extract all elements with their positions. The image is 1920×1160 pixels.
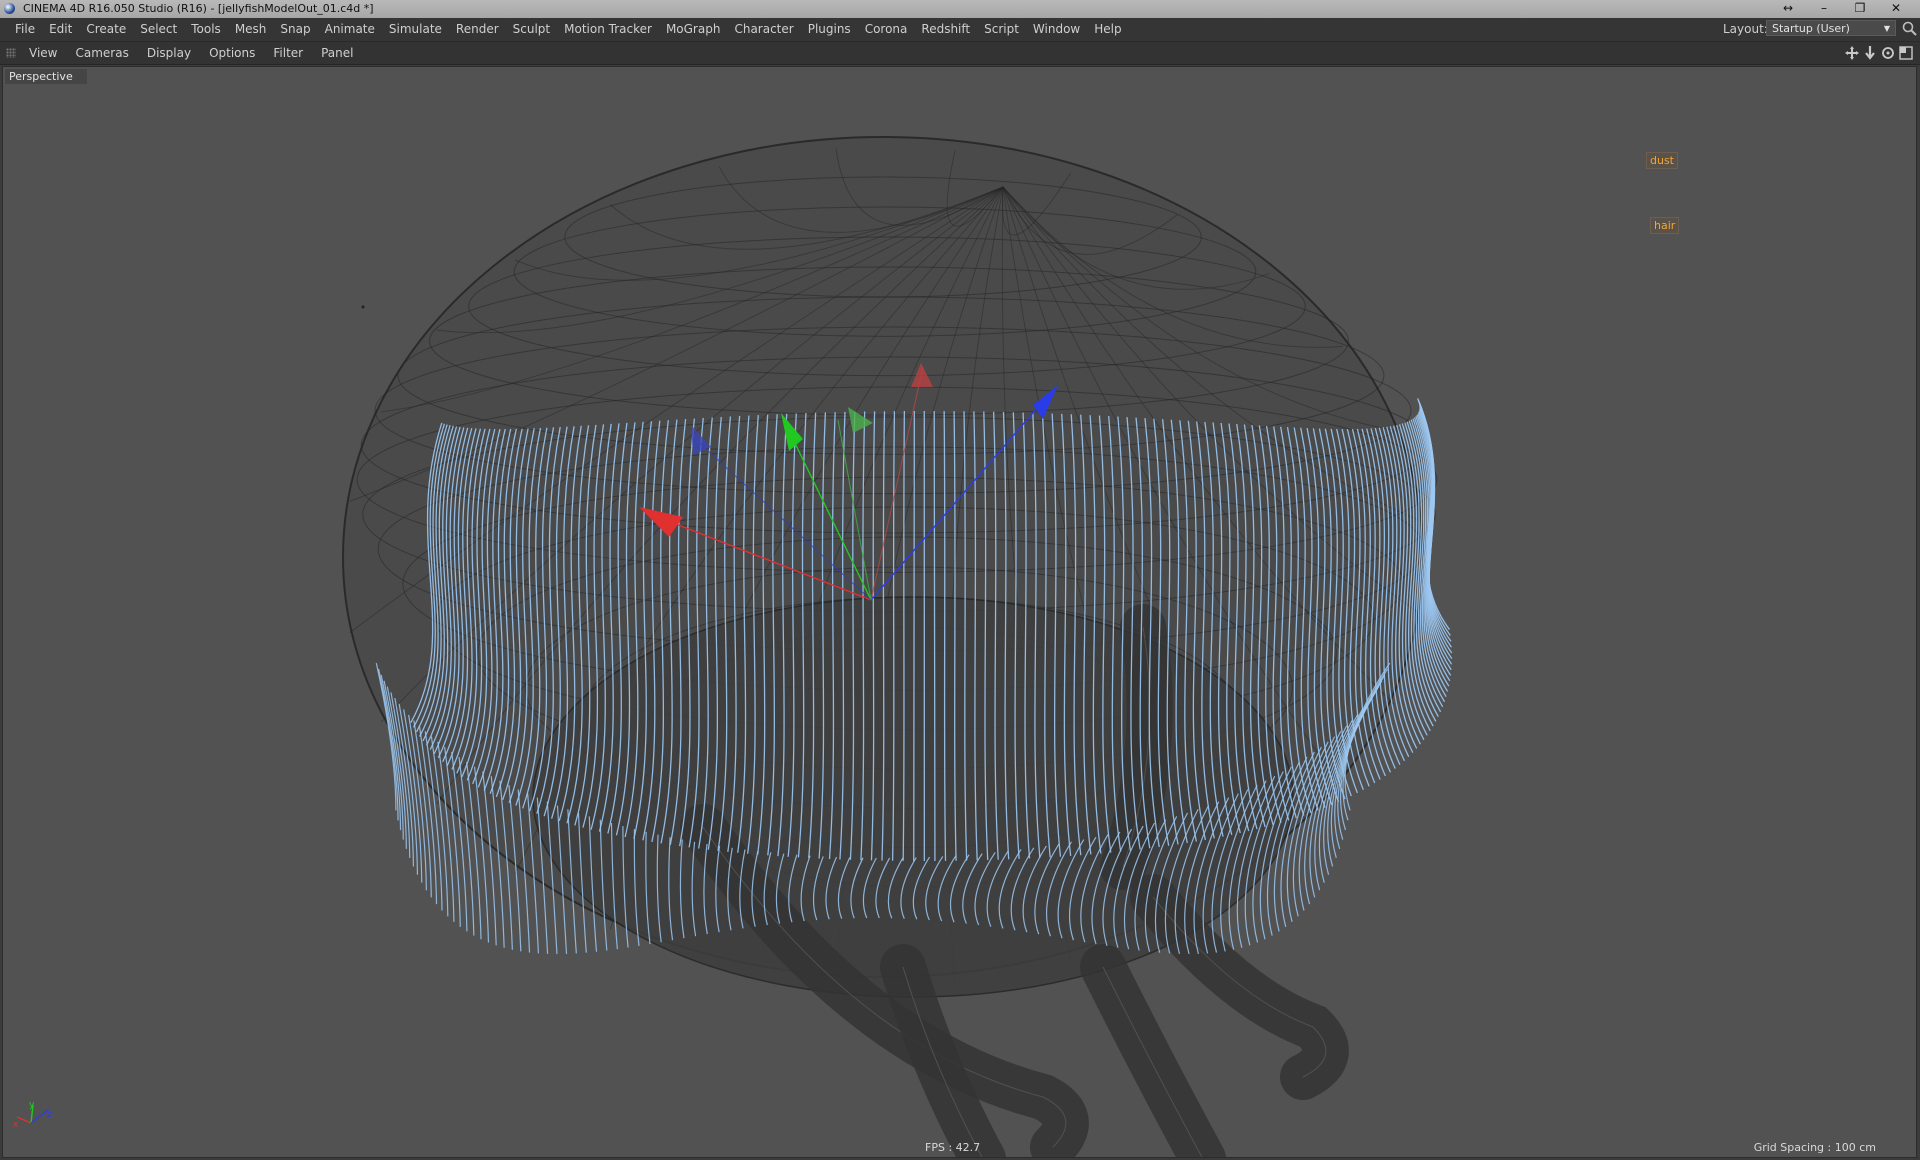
window-title: CINEMA 4D R16.050 Studio (R16) - [jellyf…: [23, 2, 374, 15]
maximize-view-icon[interactable]: [1898, 45, 1914, 61]
axis-y-label: y: [29, 1100, 35, 1110]
oral-arm: [1100, 604, 1173, 890]
hair-strand: [933, 411, 936, 861]
fps-readout: FPS : 42.7: [925, 1141, 981, 1154]
stray-point: [361, 305, 365, 309]
layout-label: Layout:: [1723, 22, 1768, 36]
layout-dropdown[interactable]: Startup (User) ▼: [1766, 20, 1896, 36]
viewport-menu-cameras[interactable]: Cameras: [66, 46, 137, 60]
zoom-view-icon[interactable]: [1862, 45, 1878, 61]
title-bar: CINEMA 4D R16.050 Studio (R16) - [jellyf…: [0, 0, 1920, 18]
menu-sculpt[interactable]: Sculpt: [506, 22, 557, 36]
viewport-menu-bar: View Cameras Display Options Filter Pane…: [0, 42, 1920, 65]
camera-label[interactable]: Perspective: [5, 69, 87, 84]
menu-tools[interactable]: Tools: [184, 22, 228, 36]
grid-spacing-readout: Grid Spacing : 100 cm: [1753, 1141, 1876, 1154]
viewport-nav-icons: [1844, 45, 1914, 61]
cinema4d-app-icon[interactable]: [4, 3, 15, 14]
menu-select[interactable]: Select: [133, 22, 184, 36]
viewport-menu-panel[interactable]: Panel: [312, 46, 362, 60]
window-controls: ↔ – ❐ ✕: [1770, 0, 1914, 18]
menu-character[interactable]: Character: [727, 22, 800, 36]
perspective-viewport[interactable]: Perspective dust hair x y z FPS : 42.7 G…: [2, 66, 1917, 1158]
close-button[interactable]: ✕: [1878, 0, 1914, 18]
main-menu-bar: File Edit Create Select Tools Mesh Snap …: [0, 18, 1920, 42]
menu-mesh[interactable]: Mesh: [228, 22, 274, 36]
menu-simulate[interactable]: Simulate: [382, 22, 449, 36]
menu-animate[interactable]: Animate: [318, 22, 382, 36]
menu-snap[interactable]: Snap: [273, 22, 317, 36]
restore-button[interactable]: ❐: [1842, 0, 1878, 18]
menu-window[interactable]: Window: [1026, 22, 1087, 36]
jellyfish-wireframe-scene[interactable]: [3, 67, 1917, 1158]
hair-strand: [913, 411, 915, 861]
menu-motion-tracker[interactable]: Motion Tracker: [557, 22, 659, 36]
search-icon[interactable]: [1902, 21, 1918, 37]
menu-file[interactable]: File: [8, 22, 42, 36]
menu-create[interactable]: Create: [79, 22, 133, 36]
object-tag-dust[interactable]: dust: [1646, 152, 1678, 169]
rotate-view-icon[interactable]: [1880, 45, 1896, 61]
object-tag-hair[interactable]: hair: [1650, 217, 1680, 234]
viewport-menu-options[interactable]: Options: [200, 46, 264, 60]
menu-help[interactable]: Help: [1087, 22, 1128, 36]
resize-icon[interactable]: ↔: [1770, 0, 1806, 18]
oral-arm: [1080, 944, 1226, 1157]
axis-x-label: x: [13, 1120, 19, 1130]
menu-redshift[interactable]: Redshift: [914, 22, 977, 36]
menu-mograph[interactable]: MoGraph: [659, 22, 728, 36]
layout-value: Startup (User): [1772, 22, 1850, 35]
viewport-menu-display[interactable]: Display: [138, 46, 200, 60]
menu-plugins[interactable]: Plugins: [801, 22, 858, 36]
chevron-down-icon: ▼: [1883, 24, 1890, 33]
hair-strand: [902, 411, 906, 861]
axis-z-label: z: [47, 1110, 52, 1120]
main-menus: File Edit Create Select Tools Mesh Snap …: [8, 22, 1129, 36]
menu-script[interactable]: Script: [977, 22, 1026, 36]
move-view-icon[interactable]: [1844, 45, 1860, 61]
oral-arm: [1130, 874, 1349, 1100]
menu-render[interactable]: Render: [449, 22, 506, 36]
minimize-button[interactable]: –: [1806, 0, 1842, 18]
viewport-menu-view[interactable]: View: [20, 46, 66, 60]
panel-grip-icon[interactable]: [6, 48, 16, 58]
menu-corona[interactable]: Corona: [858, 22, 915, 36]
menu-edit[interactable]: Edit: [42, 22, 79, 36]
viewport-menu-filter[interactable]: Filter: [264, 46, 312, 60]
viewport-menus: View Cameras Display Options Filter Pane…: [20, 46, 362, 60]
world-axis-icon: x y z: [13, 1100, 52, 1130]
